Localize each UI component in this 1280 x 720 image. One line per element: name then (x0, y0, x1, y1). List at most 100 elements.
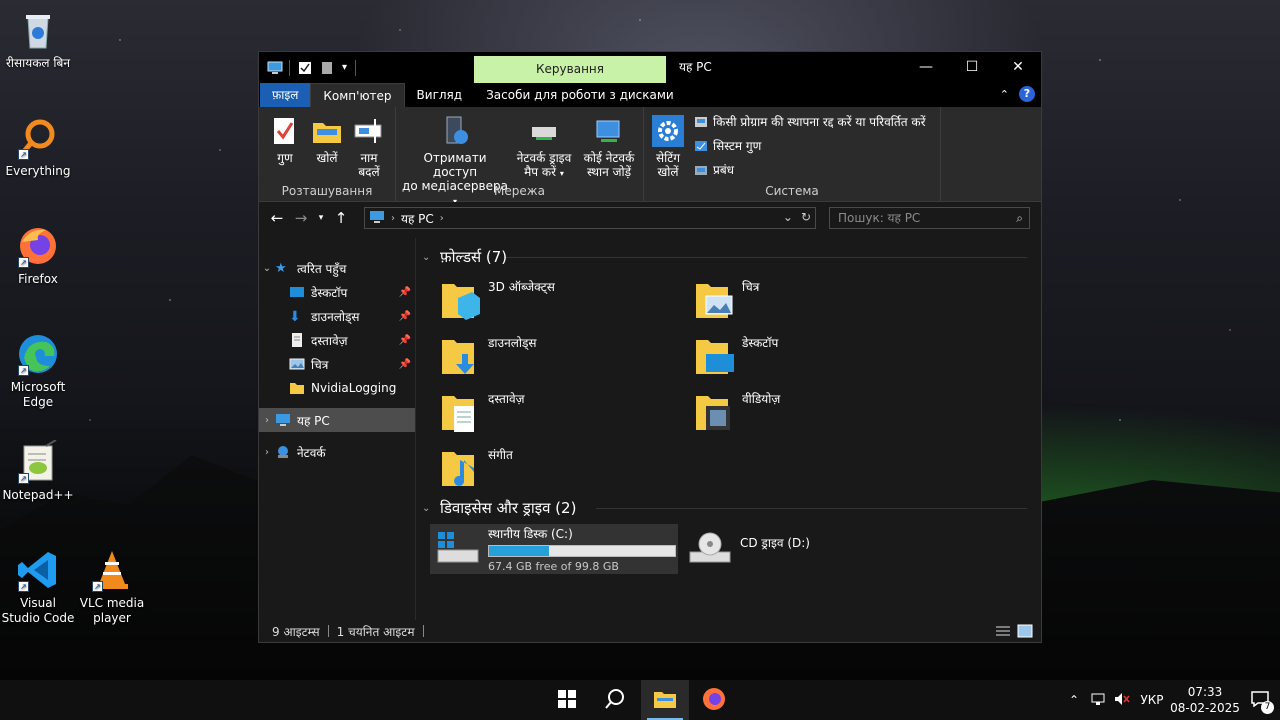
notepad-plus-plus-icon: ↗ (16, 439, 60, 484)
tab-computer[interactable]: Комп'ютер (310, 83, 405, 107)
folders-section-header[interactable]: ⌄ फ़ोल्डर्स (7) (422, 247, 507, 267)
help-icon[interactable]: ? (1019, 86, 1035, 102)
open-button[interactable]: खोलें (309, 115, 345, 165)
taskbar: ⌃ УКР 07:33 08-02-2025 7 (0, 680, 1280, 720)
folder-item[interactable]: डाउनलोड्स (440, 334, 537, 378)
clock-date: 08-02-2025 (1170, 701, 1240, 715)
large-icons-view-icon[interactable] (1017, 624, 1033, 641)
system-properties-icon (694, 139, 708, 153)
desktop-icon-label: Notepad++ (2, 488, 74, 502)
search-button[interactable] (591, 680, 639, 720)
taskbar-file-explorer[interactable] (641, 680, 689, 720)
up-arrow-icon[interactable]: ↑ (329, 209, 353, 227)
add-network-location-button[interactable]: कोई नेटवर्क स्थान जोड़ें (578, 115, 640, 179)
file-explorer-window: ▾ Керування यह PC — ☐ ✕ फ़ाइल Комп'ютер … (258, 51, 1042, 643)
clock[interactable]: 07:33 08-02-2025 (1170, 684, 1240, 716)
pictures-icon (289, 357, 305, 371)
desktop-icon-recycle-bin[interactable]: रीसायकल बिन (0, 8, 76, 71)
music-folder-icon (440, 446, 480, 490)
maximize-icon[interactable]: ☐ (949, 52, 995, 83)
pin-icon: 📌 (398, 310, 411, 322)
drive-item-d[interactable]: CD ड्राइव (D:) (686, 524, 810, 574)
minimize-icon[interactable]: — (903, 52, 949, 83)
desktop-icon-firefox[interactable]: ↗ Firefox (0, 224, 76, 287)
properties-button[interactable]: गुण (269, 115, 301, 165)
input-language[interactable]: УКР (1134, 693, 1170, 707)
expand-chevron-icon[interactable]: › (259, 447, 275, 458)
desktop-icon-everything[interactable]: ↗ Everything (0, 116, 76, 179)
back-arrow-icon[interactable]: ← (265, 209, 289, 227)
address-bar[interactable]: › यह PC › ⌄ ↻ (364, 207, 816, 229)
tab-view[interactable]: Вигляд (405, 83, 475, 107)
recent-locations-chevron-icon[interactable]: ▾ (313, 213, 329, 223)
collapse-chevron-icon[interactable]: ⌄ (422, 252, 434, 263)
close-icon[interactable]: ✕ (995, 52, 1041, 83)
nav-desktop[interactable]: डेस्कटॉप 📌 (259, 280, 415, 304)
desktop-icon-edge[interactable]: ↗ Microsoft Edge (0, 332, 76, 410)
properties-qat-icon[interactable] (298, 61, 312, 75)
folder-item[interactable]: संगीत (440, 446, 513, 490)
collapse-chevron-icon[interactable]: ⌄ (422, 503, 434, 514)
nav-this-pc[interactable]: › यह PC (259, 408, 415, 432)
context-tab-manage[interactable]: Керування (474, 56, 666, 83)
breadcrumb-this-pc[interactable]: यह PC (401, 210, 434, 227)
notification-center-button[interactable]: 7 (1240, 690, 1280, 714)
folder-item[interactable]: वीडियोज़ (694, 390, 780, 434)
ribbon: गुण खोलें नाम बदलें Розташування Отримат… (259, 107, 1041, 206)
desktop-icon-label: Visual Studio Code (1, 596, 75, 625)
nav-pictures[interactable]: चित्र 📌 (259, 352, 415, 376)
drive-item-c[interactable]: स्थानीय डिस्क (C:) 67.4 GB free of 99.8 … (430, 524, 678, 574)
ribbon-group-system: सेटिंग खोलें किसी प्रोग्राम की स्थापना र… (644, 107, 941, 201)
network-status-icon[interactable] (1086, 692, 1110, 709)
tab-file[interactable]: फ़ाइल (260, 83, 311, 107)
map-network-drive-button[interactable]: नेटवर्क ड्राइव मैप करें ▾ (512, 115, 576, 181)
collapse-ribbon-chevron-icon[interactable]: ⌃ (1000, 88, 1009, 101)
show-hidden-icons-chevron-icon[interactable]: ⌃ (1062, 693, 1086, 707)
address-history-chevron-icon[interactable]: ⌄ (783, 210, 793, 224)
devices-section-header[interactable]: ⌄ डिवाइसेस और ड्राइव (2) (422, 498, 576, 518)
document-icon (289, 333, 305, 347)
open-settings-button[interactable]: सेटिंग खोलें (650, 115, 686, 179)
folder-item[interactable]: दस्तावेज़ (440, 390, 525, 434)
nav-quick-access[interactable]: ⌄ ★ त्वरित पहुँच (259, 256, 415, 280)
forward-arrow-icon[interactable]: → (289, 209, 313, 227)
this-pc-icon[interactable] (267, 61, 283, 75)
manage-button[interactable]: प्रबंध (694, 161, 734, 178)
firefox-icon: ↗ (16, 224, 60, 268)
nav-nvidialogging[interactable]: NvidiaLogging (259, 376, 415, 400)
navigation-pane: ⌄ ★ त्वरित पहुँच डेस्कटॉप 📌 ⬇ डाउनलोड्स … (259, 238, 415, 620)
computer-management-icon (694, 163, 708, 177)
desktop-icon-vscode[interactable]: ↗ Visual Studio Code (0, 548, 76, 626)
tab-drive-tools[interactable]: Засоби для роботи з дисками (474, 83, 686, 107)
customize-qat-chevron-icon[interactable]: ▾ (342, 62, 347, 73)
desktop-icon-vlc[interactable]: ↗ VLC media player (74, 548, 150, 626)
taskbar-firefox[interactable] (690, 680, 738, 720)
download-arrow-icon: ⬇ (289, 309, 301, 325)
expand-chevron-icon[interactable]: › (259, 415, 275, 426)
star-icon: ★ (275, 261, 287, 276)
caption-buttons: — ☐ ✕ (903, 52, 1041, 83)
desktop-folder-icon (694, 334, 734, 378)
nav-network[interactable]: › नेटवर्क (259, 440, 415, 464)
system-properties-button[interactable]: सिस्टम गुण (694, 137, 761, 154)
nav-downloads[interactable]: ⬇ डाउनलोड्स 📌 (259, 304, 415, 328)
selection-count: 1 चयनित आइटम (336, 624, 415, 639)
details-view-icon[interactable] (995, 624, 1011, 641)
drive-free-space: 67.4 GB free of 99.8 GB (488, 560, 619, 573)
refresh-icon[interactable]: ↻ (801, 210, 811, 224)
uninstall-program-button[interactable]: किसी प्रोग्राम की स्थापना रद्द करें या प… (694, 113, 926, 130)
desktop-icon-notepadpp[interactable]: ↗ Notepad++ (0, 439, 76, 503)
new-folder-qat-icon[interactable] (320, 61, 334, 75)
folder-item[interactable]: 3D ऑब्जेक्ट्स (440, 278, 555, 322)
folder-item[interactable]: डेस्कटॉप (694, 334, 778, 378)
pin-icon: 📌 (398, 358, 411, 370)
search-input[interactable]: Пошук: यह PC ⌕ (829, 207, 1030, 229)
rename-button[interactable]: नाम बदलें (351, 115, 387, 179)
volume-muted-icon[interactable] (1110, 692, 1134, 709)
start-button[interactable] (543, 680, 591, 720)
expand-chevron-icon[interactable]: ⌄ (259, 263, 275, 274)
search-icon (604, 688, 626, 713)
nav-documents[interactable]: दस्तावेज़ 📌 (259, 328, 415, 352)
folder-item[interactable]: चित्र (694, 278, 759, 322)
properties-icon (269, 115, 301, 147)
